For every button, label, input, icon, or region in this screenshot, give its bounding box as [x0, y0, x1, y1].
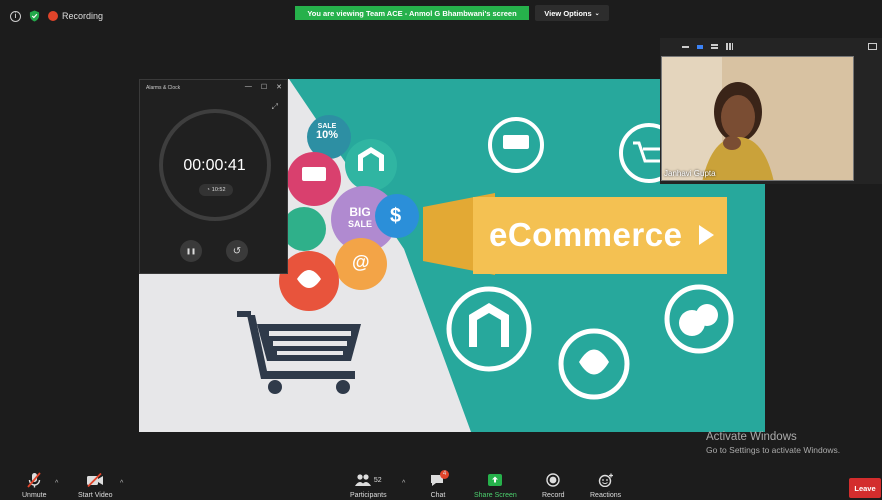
record-label: Record: [542, 492, 565, 499]
view-options-label: View Options: [544, 8, 592, 18]
minimize-button[interactable]: —: [245, 83, 252, 91]
record-button[interactable]: Record: [542, 471, 565, 499]
mail-bubble: [282, 207, 326, 251]
unmute-button[interactable]: Unmute: [22, 471, 47, 499]
alarms-clock-window[interactable]: Alarms & Clock — ☐ ✕ ⤢ 00:00:41 ◔ 10:52 …: [139, 79, 288, 274]
recording-label: Recording: [62, 11, 104, 21]
chat-button[interactable]: 4 Chat: [430, 470, 449, 499]
participants-icon: [354, 474, 371, 486]
view-options-button[interactable]: View Options ⌄: [535, 5, 609, 21]
share-screen-icon: [488, 474, 503, 486]
shield-icon[interactable]: [29, 10, 40, 22]
pause-button[interactable]: ❚❚: [180, 240, 202, 262]
dollar-symbol: $: [390, 205, 402, 227]
cart-small-icon: [302, 167, 326, 181]
video-options-caret[interactable]: ^: [120, 480, 123, 487]
recording-indicator[interactable]: Recording: [48, 11, 103, 21]
activate-windows-watermark: Activate Windows Go to Settings to activ…: [706, 431, 840, 455]
reset-icon: ↺: [232, 245, 242, 257]
speaker-view-icon[interactable]: [697, 44, 703, 49]
ecommerce-headline: eCommerce: [489, 216, 683, 253]
top-bar: i Recording You are viewing Team ACE - A…: [0, 0, 882, 34]
timer-display: 00:00:41: [183, 157, 246, 174]
info-icon[interactable]: i: [10, 10, 21, 22]
sale-bubble-label: SALE 10%: [316, 123, 339, 141]
maximize-button[interactable]: ☐: [261, 83, 267, 91]
share-screen-label: Share Screen: [474, 492, 517, 499]
strip-view-icon[interactable]: [711, 44, 718, 49]
reactions-icon: [598, 473, 613, 487]
reset-button[interactable]: ↺: [226, 240, 248, 262]
participants-button[interactable]: 52 Participants: [350, 471, 387, 499]
activate-line-2: Go to Settings to activate Windows.: [706, 445, 841, 455]
reactions-button[interactable]: Reactions: [590, 471, 621, 499]
reactions-label: Reactions: [590, 492, 622, 499]
close-button[interactable]: ✕: [276, 83, 282, 91]
participant-name: Janhavi Gupta: [664, 169, 716, 178]
pause-icon: ❚❚: [185, 248, 197, 255]
participant-figure: [662, 57, 853, 180]
microphone-muted-icon: [27, 472, 41, 488]
exit-fullscreen-icon[interactable]: [868, 43, 877, 50]
participants-options-caret[interactable]: ^: [402, 480, 405, 487]
at-symbol: @: [352, 252, 370, 272]
zoom-meeting-window: i Recording You are viewing Team ACE - A…: [0, 0, 882, 500]
participants-count: 52: [373, 476, 382, 484]
bell-icon: ◔: [206, 187, 210, 193]
big-text: BIG: [349, 205, 371, 219]
clock-window-title: Alarms & Clock: [146, 85, 181, 91]
magento-bubble: [345, 139, 397, 191]
participants-label: Participants: [350, 492, 387, 499]
unmute-label: Unmute: [22, 492, 47, 499]
screen-share-banner: You are viewing Team ACE - Anmol G Bhamb…: [295, 6, 529, 20]
camera-off-icon: [87, 473, 104, 487]
big-sale-label: BIG SALE: [348, 206, 372, 230]
start-video-label: Start Video: [78, 492, 113, 499]
share-screen-button[interactable]: Share Screen: [474, 471, 517, 499]
audio-options-caret[interactable]: ^: [55, 480, 58, 487]
participant-video[interactable]: [661, 56, 854, 181]
activate-line-1: Activate Windows: [706, 431, 797, 443]
chevron-down-icon: ⌄: [594, 10, 600, 17]
sale-percent-text: 10%: [316, 129, 339, 141]
record-dot-icon: [48, 11, 58, 21]
alarm-chip: ◔ 10:52: [199, 184, 233, 196]
gallery-view-icon[interactable]: [726, 43, 733, 50]
chat-label: Chat: [430, 492, 446, 499]
sale-text: SALE: [348, 219, 373, 229]
start-video-button[interactable]: Start Video: [78, 471, 113, 499]
minimize-video-icon[interactable]: [682, 45, 689, 48]
leave-button[interactable]: Leave: [849, 478, 881, 498]
alarm-time: 10:52: [211, 187, 226, 193]
expand-icon[interactable]: ⤢: [272, 102, 278, 112]
meeting-toolbar: Unmute ^ Start Video ^ 52 Participants ^…: [0, 466, 882, 500]
record-icon: [546, 473, 560, 487]
chat-badge: 4: [440, 470, 449, 479]
